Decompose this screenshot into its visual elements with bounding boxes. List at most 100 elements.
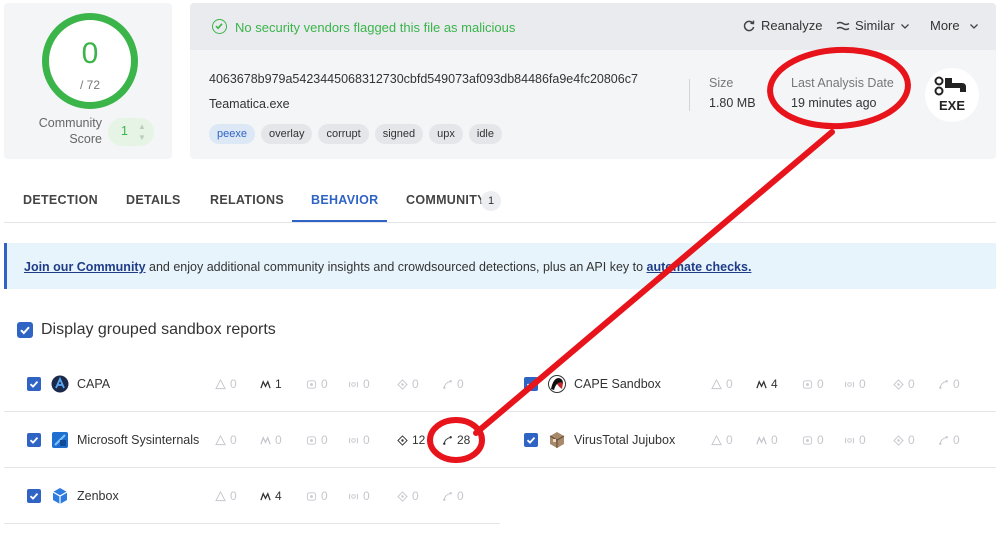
- metric-ids[interactable]: 0: [306, 489, 328, 503]
- tag-corrupt[interactable]: corrupt: [318, 124, 369, 144]
- metric-ids[interactable]: 0: [802, 433, 824, 447]
- metric-sigma[interactable]: 0: [348, 377, 370, 391]
- metric-network[interactable]: 0: [397, 489, 419, 503]
- metric-sigma[interactable]: 0: [844, 377, 866, 391]
- metric-alert-triangle[interactable]: 0: [711, 377, 733, 391]
- exe-icon-label: EXE: [939, 98, 965, 113]
- metric-value: 0: [859, 377, 866, 391]
- chevron-up-icon[interactable]: ▲: [138, 122, 146, 131]
- process-tree-icon: [938, 379, 949, 390]
- metric-value: 0: [230, 433, 237, 447]
- sandbox-checkbox[interactable]: [27, 433, 41, 447]
- tab-behavior[interactable]: BEHAVIOR: [311, 193, 378, 207]
- reanalyze-button[interactable]: Reanalyze: [742, 18, 822, 33]
- tag-idle[interactable]: idle: [468, 124, 502, 144]
- tag-overlay[interactable]: overlay: [260, 124, 313, 144]
- detection-score-card: 0 / 72 Community Score 1 ▲ ▼: [4, 3, 172, 159]
- metric-alert-triangle[interactable]: 0: [215, 377, 237, 391]
- community-count-badge: 1: [481, 191, 501, 211]
- metric-alert-triangle[interactable]: 0: [215, 489, 237, 503]
- chevron-down-icon[interactable]: ▼: [138, 133, 146, 142]
- metric-network[interactable]: 0: [893, 433, 915, 447]
- metric-process-tree[interactable]: 28: [442, 433, 470, 447]
- metric-network[interactable]: 0: [893, 377, 915, 391]
- tag-upx[interactable]: upx: [429, 124, 463, 144]
- metric-process-tree[interactable]: 0: [442, 489, 464, 503]
- metric-value: 0: [726, 377, 733, 391]
- tab-detection[interactable]: DETECTION: [23, 193, 98, 207]
- network-icon: [893, 378, 904, 390]
- metric-value: 0: [908, 377, 915, 391]
- metric-mitre[interactable]: 0: [260, 433, 282, 447]
- grouped-reports-checkbox[interactable]: [17, 322, 33, 338]
- metric-value: 1: [275, 377, 282, 391]
- metric-mitre[interactable]: 4: [260, 489, 282, 503]
- automate-checks-link[interactable]: automate checks.: [647, 260, 752, 274]
- banner-body: and enjoy additional community insights …: [145, 260, 647, 274]
- sandbox-checkbox[interactable]: [27, 489, 41, 503]
- metric-value: 4: [275, 489, 282, 503]
- similar-icon: [836, 21, 850, 30]
- more-button[interactable]: More: [930, 18, 979, 33]
- cape-logo-icon: [548, 375, 566, 393]
- metric-value: 0: [363, 377, 370, 391]
- alert-triangle-icon: [215, 434, 226, 446]
- ids-icon: [802, 379, 813, 390]
- more-label: More: [930, 18, 960, 33]
- sandbox-checkbox[interactable]: [27, 377, 41, 391]
- sandbox-checkbox[interactable]: [524, 433, 538, 447]
- metric-value: 0: [457, 489, 464, 503]
- join-community-link[interactable]: Join our Community: [24, 260, 146, 274]
- metric-sigma[interactable]: 0: [348, 489, 370, 503]
- metric-sigma[interactable]: 0: [348, 433, 370, 447]
- tab-details[interactable]: DETAILS: [126, 193, 181, 207]
- zenbox-logo-icon: [51, 487, 69, 505]
- network-icon: [397, 434, 408, 446]
- sigma-icon: [844, 379, 855, 390]
- sandbox-name: VirusTotal Jujubox: [574, 433, 676, 447]
- metric-mitre[interactable]: 0: [756, 433, 778, 447]
- community-score-value: 1: [121, 124, 128, 138]
- ids-icon: [802, 435, 813, 446]
- community-score-label: Community Score: [38, 116, 102, 146]
- network-icon: [397, 490, 408, 502]
- metric-value: 0: [726, 433, 733, 447]
- metric-alert-triangle[interactable]: 0: [215, 433, 237, 447]
- metric-value: 28: [457, 433, 471, 447]
- file-info-card: No security vendors flagged this file as…: [190, 3, 996, 159]
- mitre-icon: [260, 379, 271, 390]
- tab-relations[interactable]: RELATIONS: [210, 193, 284, 207]
- metric-ids[interactable]: 0: [306, 433, 328, 447]
- metric-network[interactable]: 0: [397, 377, 419, 391]
- metric-ids[interactable]: 0: [802, 377, 824, 391]
- tag-signed[interactable]: signed: [374, 124, 424, 144]
- metric-mitre[interactable]: 1: [260, 377, 282, 391]
- last-analysis-label: Last Analysis Date: [791, 76, 894, 90]
- alert-triangle-icon: [215, 378, 226, 390]
- meta-divider: [689, 79, 690, 111]
- metric-process-tree[interactable]: 0: [938, 433, 960, 447]
- community-score-badge[interactable]: 1 ▲ ▼: [108, 118, 154, 146]
- tab-community[interactable]: COMMUNITY: [406, 193, 486, 207]
- similar-button[interactable]: Similar: [836, 18, 910, 33]
- size-value: 1.80 MB: [709, 96, 756, 110]
- metric-ids[interactable]: 0: [306, 377, 328, 391]
- file-hash[interactable]: 4063678b979a5423445068312730cbfd549073af…: [209, 72, 638, 86]
- metric-process-tree[interactable]: 0: [938, 377, 960, 391]
- tag-peexe[interactable]: peexe: [209, 124, 255, 144]
- metric-alert-triangle[interactable]: 0: [711, 433, 733, 447]
- sigma-icon: [844, 435, 855, 446]
- mitre-icon: [260, 435, 271, 446]
- file-tags: peexe overlay corrupt signed upx idle: [209, 124, 502, 144]
- sysinternals-logo-icon: [51, 431, 69, 449]
- row-divider: [4, 411, 996, 412]
- sandbox-checkbox[interactable]: [524, 377, 538, 391]
- metric-network[interactable]: 12: [397, 433, 425, 447]
- detection-count: 0: [81, 37, 99, 70]
- metric-process-tree[interactable]: 0: [442, 377, 464, 391]
- metric-value: 0: [771, 433, 778, 447]
- metric-mitre[interactable]: 4: [756, 377, 778, 391]
- process-tree-icon: [442, 435, 453, 446]
- community-banner: Join our Community and enjoy additional …: [4, 243, 996, 289]
- metric-sigma[interactable]: 0: [844, 433, 866, 447]
